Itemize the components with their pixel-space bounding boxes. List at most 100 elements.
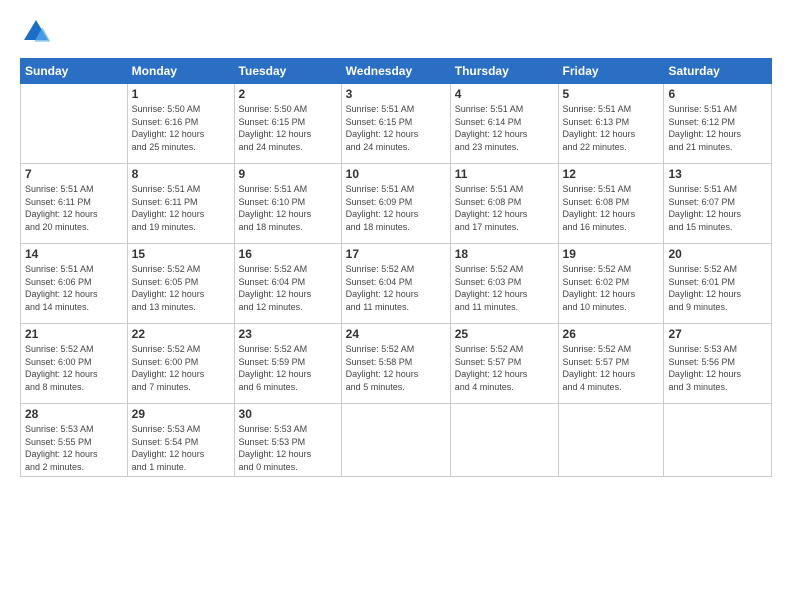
- calendar-cell: 8 Sunrise: 5:51 AM Sunset: 6:11 PM Daylig…: [127, 164, 234, 244]
- logo-icon: [20, 16, 52, 48]
- calendar-cell: 24 Sunrise: 5:52 AM Sunset: 5:58 PM Dayli…: [341, 324, 450, 404]
- day-info: Sunrise: 5:51 AM Sunset: 6:14 PM Dayligh…: [455, 103, 554, 153]
- day-info: Sunrise: 5:52 AM Sunset: 6:00 PM Dayligh…: [25, 343, 123, 393]
- weekday-header-row: SundayMondayTuesdayWednesdayThursdayFrid…: [21, 59, 772, 84]
- calendar-cell: 20 Sunrise: 5:52 AM Sunset: 6:01 PM Dayli…: [664, 244, 772, 324]
- day-info: Sunrise: 5:53 AM Sunset: 5:53 PM Dayligh…: [239, 423, 337, 473]
- day-number: 8: [132, 167, 230, 181]
- calendar-cell: 22 Sunrise: 5:52 AM Sunset: 6:00 PM Dayli…: [127, 324, 234, 404]
- day-info: Sunrise: 5:52 AM Sunset: 6:02 PM Dayligh…: [563, 263, 660, 313]
- calendar-cell: 23Sunrise: 5:52 AM Sunset: 5:59 PM Dayli…: [234, 324, 341, 404]
- day-number: 4: [455, 87, 554, 101]
- calendar-cell: 16Sunrise: 5:52 AM Sunset: 6:04 PM Dayli…: [234, 244, 341, 324]
- day-info: Sunrise: 5:51 AM Sunset: 6:06 PM Dayligh…: [25, 263, 123, 313]
- calendar-page: SundayMondayTuesdayWednesdayThursdayFrid…: [0, 0, 792, 612]
- day-number: 13: [668, 167, 767, 181]
- calendar-cell: 25 Sunrise: 5:52 AM Sunset: 5:57 PM Dayli…: [450, 324, 558, 404]
- day-number: 24: [346, 327, 446, 341]
- weekday-tuesday: Tuesday: [234, 59, 341, 84]
- day-number: 25: [455, 327, 554, 341]
- day-number: 9: [239, 167, 337, 181]
- day-info: Sunrise: 5:51 AM Sunset: 6:09 PM Dayligh…: [346, 183, 446, 233]
- day-info: Sunrise: 5:51 AM Sunset: 6:11 PM Dayligh…: [25, 183, 123, 233]
- calendar-week-3: 14 Sunrise: 5:51 AM Sunset: 6:06 PM Dayli…: [21, 244, 772, 324]
- day-info: Sunrise: 5:52 AM Sunset: 5:58 PM Dayligh…: [346, 343, 446, 393]
- calendar-cell: 6 Sunrise: 5:51 AM Sunset: 6:12 PM Daylig…: [664, 84, 772, 164]
- day-info: Sunrise: 5:52 AM Sunset: 5:59 PM Dayligh…: [239, 343, 337, 393]
- calendar-cell: 10 Sunrise: 5:51 AM Sunset: 6:09 PM Dayli…: [341, 164, 450, 244]
- day-number: 12: [563, 167, 660, 181]
- day-number: 6: [668, 87, 767, 101]
- day-info: Sunrise: 5:51 AM Sunset: 6:13 PM Dayligh…: [563, 103, 660, 153]
- calendar-cell: 17 Sunrise: 5:52 AM Sunset: 6:04 PM Dayli…: [341, 244, 450, 324]
- calendar-cell: [664, 404, 772, 477]
- day-number: 21: [25, 327, 123, 341]
- calendar-week-4: 21 Sunrise: 5:52 AM Sunset: 6:00 PM Dayli…: [21, 324, 772, 404]
- calendar-cell: 18 Sunrise: 5:52 AM Sunset: 6:03 PM Dayli…: [450, 244, 558, 324]
- calendar-cell: 26 Sunrise: 5:52 AM Sunset: 5:57 PM Dayli…: [558, 324, 664, 404]
- calendar-cell: 1 Sunrise: 5:50 AM Sunset: 6:16 PM Daylig…: [127, 84, 234, 164]
- calendar-cell: 15 Sunrise: 5:52 AM Sunset: 6:05 PM Dayli…: [127, 244, 234, 324]
- day-number: 14: [25, 247, 123, 261]
- day-info: Sunrise: 5:50 AM Sunset: 6:15 PM Dayligh…: [239, 103, 337, 153]
- calendar-cell: 21 Sunrise: 5:52 AM Sunset: 6:00 PM Dayli…: [21, 324, 128, 404]
- day-info: Sunrise: 5:51 AM Sunset: 6:08 PM Dayligh…: [563, 183, 660, 233]
- day-info: Sunrise: 5:51 AM Sunset: 6:07 PM Dayligh…: [668, 183, 767, 233]
- day-number: 27: [668, 327, 767, 341]
- calendar-cell: 9Sunrise: 5:51 AM Sunset: 6:10 PM Daylig…: [234, 164, 341, 244]
- calendar-cell: 28Sunrise: 5:53 AM Sunset: 5:55 PM Dayli…: [21, 404, 128, 477]
- day-info: Sunrise: 5:52 AM Sunset: 5:57 PM Dayligh…: [455, 343, 554, 393]
- calendar-cell: 27 Sunrise: 5:53 AM Sunset: 5:56 PM Dayli…: [664, 324, 772, 404]
- day-number: 15: [132, 247, 230, 261]
- weekday-wednesday: Wednesday: [341, 59, 450, 84]
- calendar-cell: 19 Sunrise: 5:52 AM Sunset: 6:02 PM Dayli…: [558, 244, 664, 324]
- weekday-friday: Friday: [558, 59, 664, 84]
- day-info: Sunrise: 5:50 AM Sunset: 6:16 PM Dayligh…: [132, 103, 230, 153]
- weekday-sunday: Sunday: [21, 59, 128, 84]
- weekday-saturday: Saturday: [664, 59, 772, 84]
- day-number: 11: [455, 167, 554, 181]
- day-number: 5: [563, 87, 660, 101]
- day-number: 2: [239, 87, 337, 101]
- calendar-cell: 11 Sunrise: 5:51 AM Sunset: 6:08 PM Dayli…: [450, 164, 558, 244]
- calendar-cell: [450, 404, 558, 477]
- weekday-monday: Monday: [127, 59, 234, 84]
- day-info: Sunrise: 5:53 AM Sunset: 5:56 PM Dayligh…: [668, 343, 767, 393]
- day-info: Sunrise: 5:52 AM Sunset: 6:01 PM Dayligh…: [668, 263, 767, 313]
- calendar-cell: [21, 84, 128, 164]
- calendar-cell: 2 Sunrise: 5:50 AM Sunset: 6:15 PM Daylig…: [234, 84, 341, 164]
- day-info: Sunrise: 5:52 AM Sunset: 6:05 PM Dayligh…: [132, 263, 230, 313]
- calendar-week-2: 7Sunrise: 5:51 AM Sunset: 6:11 PM Daylig…: [21, 164, 772, 244]
- day-number: 30: [239, 407, 337, 421]
- calendar-body: 1 Sunrise: 5:50 AM Sunset: 6:16 PM Daylig…: [21, 84, 772, 477]
- day-info: Sunrise: 5:53 AM Sunset: 5:55 PM Dayligh…: [25, 423, 123, 473]
- day-number: 17: [346, 247, 446, 261]
- day-number: 26: [563, 327, 660, 341]
- day-info: Sunrise: 5:51 AM Sunset: 6:08 PM Dayligh…: [455, 183, 554, 233]
- day-number: 20: [668, 247, 767, 261]
- day-info: Sunrise: 5:52 AM Sunset: 5:57 PM Dayligh…: [563, 343, 660, 393]
- day-info: Sunrise: 5:52 AM Sunset: 6:00 PM Dayligh…: [132, 343, 230, 393]
- day-info: Sunrise: 5:51 AM Sunset: 6:11 PM Dayligh…: [132, 183, 230, 233]
- day-info: Sunrise: 5:52 AM Sunset: 6:04 PM Dayligh…: [346, 263, 446, 313]
- calendar-cell: 12 Sunrise: 5:51 AM Sunset: 6:08 PM Dayli…: [558, 164, 664, 244]
- weekday-thursday: Thursday: [450, 59, 558, 84]
- calendar-cell: 3Sunrise: 5:51 AM Sunset: 6:15 PM Daylig…: [341, 84, 450, 164]
- day-number: 1: [132, 87, 230, 101]
- calendar-week-1: 1 Sunrise: 5:50 AM Sunset: 6:16 PM Daylig…: [21, 84, 772, 164]
- calendar-cell: 5 Sunrise: 5:51 AM Sunset: 6:13 PM Daylig…: [558, 84, 664, 164]
- calendar-cell: 14 Sunrise: 5:51 AM Sunset: 6:06 PM Dayli…: [21, 244, 128, 324]
- page-header: [20, 16, 772, 48]
- calendar-cell: 7Sunrise: 5:51 AM Sunset: 6:11 PM Daylig…: [21, 164, 128, 244]
- calendar-cell: 13 Sunrise: 5:51 AM Sunset: 6:07 PM Dayli…: [664, 164, 772, 244]
- day-number: 18: [455, 247, 554, 261]
- calendar-cell: 30 Sunrise: 5:53 AM Sunset: 5:53 PM Dayli…: [234, 404, 341, 477]
- day-number: 16: [239, 247, 337, 261]
- day-info: Sunrise: 5:53 AM Sunset: 5:54 PM Dayligh…: [132, 423, 230, 473]
- day-number: 19: [563, 247, 660, 261]
- day-number: 10: [346, 167, 446, 181]
- day-info: Sunrise: 5:51 AM Sunset: 6:12 PM Dayligh…: [668, 103, 767, 153]
- day-number: 22: [132, 327, 230, 341]
- day-number: 29: [132, 407, 230, 421]
- day-info: Sunrise: 5:52 AM Sunset: 6:03 PM Dayligh…: [455, 263, 554, 313]
